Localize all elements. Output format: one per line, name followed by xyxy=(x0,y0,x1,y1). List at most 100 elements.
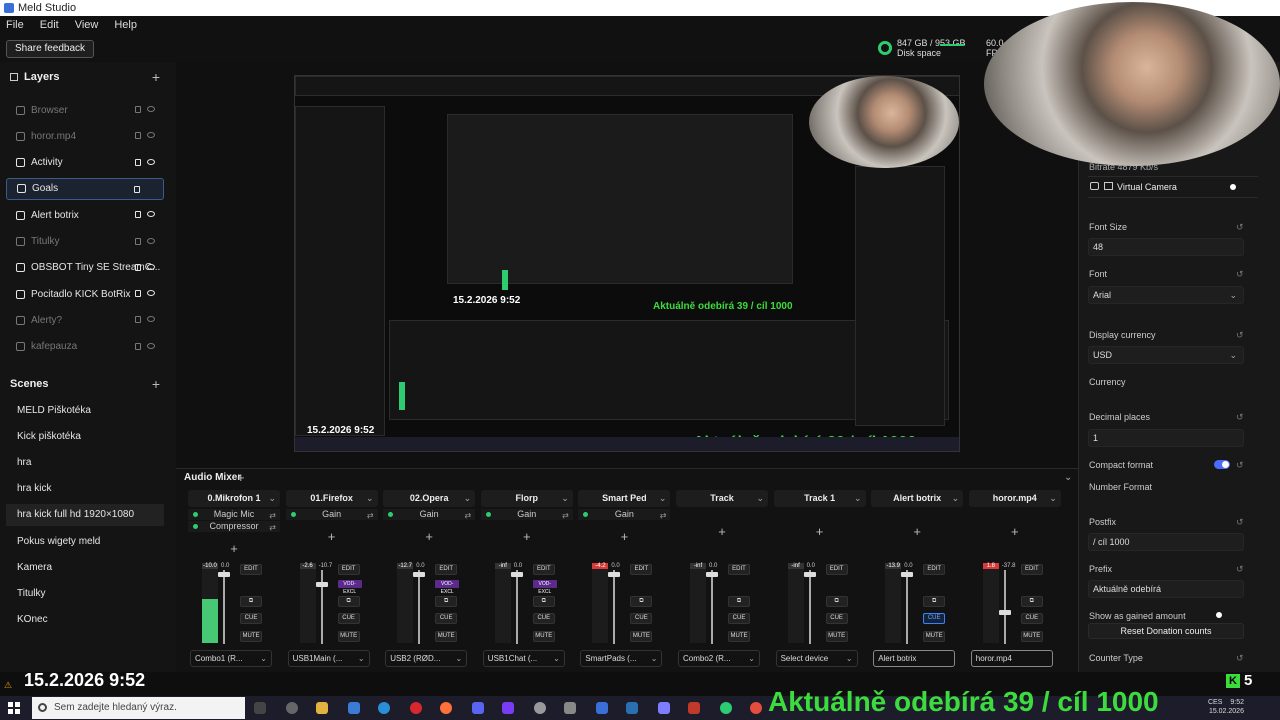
volume-fader-handle[interactable] xyxy=(608,572,621,577)
monitor-icon[interactable]: ⧉ xyxy=(923,596,946,607)
edit-button[interactable]: EDIT xyxy=(825,564,848,575)
layer-item[interactable]: Activity xyxy=(6,152,164,174)
edit-button[interactable]: EDIT xyxy=(923,564,946,575)
menu-edit[interactable]: Edit xyxy=(40,19,59,31)
lock-icon[interactable] xyxy=(135,290,141,298)
volume-fader-track[interactable] xyxy=(1003,570,1006,644)
add-effect-button[interactable]: + xyxy=(969,524,1061,539)
file-explorer-icon[interactable] xyxy=(316,702,328,714)
currency-reset-icon[interactable]: ↺ xyxy=(1236,330,1244,341)
decimal-reset-icon[interactable]: ↺ xyxy=(1236,412,1244,423)
add-layer-button[interactable]: + xyxy=(152,69,160,85)
mute-button[interactable]: MUTE xyxy=(337,631,360,642)
add-effect-button[interactable]: + xyxy=(481,529,573,544)
mute-button[interactable]: MUTE xyxy=(728,631,750,642)
font-size-input[interactable]: 48 xyxy=(1088,238,1244,256)
menu-file[interactable]: File xyxy=(6,19,24,31)
layer-item[interactable]: kafepauza xyxy=(6,336,164,358)
mute-button[interactable]: MUTE xyxy=(532,631,555,642)
chevron-down-icon[interactable]: ⌄ xyxy=(1049,490,1057,507)
channel-name[interactable]: Alert botrix ⌄ xyxy=(871,490,964,507)
settings-icon[interactable] xyxy=(534,702,546,714)
vod-excl-badge[interactable]: VOD-EXCL xyxy=(435,580,460,595)
add-effect-button[interactable]: + xyxy=(676,524,768,539)
cue-button[interactable]: CUE xyxy=(435,613,458,624)
volume-fader-track[interactable] xyxy=(613,570,616,644)
visibility-icon[interactable] xyxy=(147,263,155,270)
device-select[interactable]: Combo2 (R... ⌄ xyxy=(678,650,760,667)
monitor-icon[interactable]: ⧉ xyxy=(240,596,262,607)
currency-select[interactable]: USD ⌄ xyxy=(1088,346,1244,364)
scene-item[interactable]: Kick piškotéka xyxy=(6,425,164,447)
windows-start-icon[interactable] xyxy=(8,702,20,714)
visibility-icon[interactable] xyxy=(147,290,155,297)
visibility-icon[interactable] xyxy=(147,342,155,349)
monitor-icon[interactable]: ⧉ xyxy=(630,596,653,607)
volume-fader-handle[interactable] xyxy=(803,572,816,577)
chevron-down-icon[interactable]: ⌄ xyxy=(659,490,667,507)
scene-item[interactable]: KOnec xyxy=(6,609,164,631)
device-select[interactable]: Select device ⌄ xyxy=(775,650,858,667)
add-track-button[interactable]: + xyxy=(237,470,245,485)
cue-button[interactable]: CUE xyxy=(240,613,262,624)
postfix-reset-icon[interactable]: ↺ xyxy=(1236,517,1244,528)
app-icon-green[interactable] xyxy=(720,702,732,714)
visibility-icon[interactable] xyxy=(147,316,155,323)
effect-item[interactable]: Compressor ⇄ xyxy=(188,521,280,532)
monitor-icon[interactable]: ⧉ xyxy=(435,596,458,607)
add-effect-button[interactable]: + xyxy=(383,529,475,544)
monitor-icon[interactable]: ⧉ xyxy=(825,596,848,607)
layer-item[interactable]: OBSBOT Tiny SE StreamC... xyxy=(6,257,164,279)
monitor-icon[interactable]: ⧉ xyxy=(728,596,750,607)
edge-icon[interactable] xyxy=(378,702,390,714)
cue-button[interactable]: CUE xyxy=(923,613,946,624)
mute-button[interactable]: MUTE xyxy=(923,631,946,642)
discord-icon[interactable] xyxy=(472,702,484,714)
tray-language[interactable]: CES xyxy=(1208,699,1222,706)
layer-item[interactable]: Browser xyxy=(6,99,164,121)
edit-button[interactable]: EDIT xyxy=(240,564,262,575)
edit-button[interactable]: EDIT xyxy=(728,564,750,575)
visibility-icon[interactable] xyxy=(147,237,155,244)
channel-name[interactable]: Florp ⌄ xyxy=(480,490,573,507)
device-select[interactable]: Combo1 (R... ⌄ xyxy=(190,650,272,667)
save-icon[interactable] xyxy=(658,702,670,714)
volume-fader-track[interactable] xyxy=(223,570,225,644)
vod-excl-badge[interactable]: VOD-EXCL xyxy=(532,580,557,595)
lock-icon[interactable] xyxy=(135,132,141,140)
effect-settings-icon[interactable]: ⇄ xyxy=(269,510,276,521)
visibility-icon[interactable] xyxy=(147,132,155,139)
mute-button[interactable]: MUTE xyxy=(240,631,262,642)
decimal-places-input[interactable]: 1 xyxy=(1088,429,1244,447)
monitor-icon[interactable]: ⧉ xyxy=(532,596,555,607)
edit-button[interactable]: EDIT xyxy=(435,564,458,575)
mute-button[interactable]: MUTE xyxy=(630,631,653,642)
layer-item[interactable]: Alerty? xyxy=(6,309,164,331)
share-feedback-button[interactable]: Share feedback xyxy=(6,40,95,58)
firefox-icon[interactable] xyxy=(440,702,452,714)
scene-item[interactable]: Pokus wigety meld xyxy=(6,530,164,552)
add-effect-button[interactable]: + xyxy=(286,529,378,544)
volume-fader-handle[interactable] xyxy=(218,572,230,577)
app-icon-red-2[interactable] xyxy=(750,702,762,714)
edit-button[interactable]: EDIT xyxy=(630,564,653,575)
font-size-reset-icon[interactable]: ↺ xyxy=(1236,222,1244,233)
system-tray[interactable]: CES 9:52 15.02.2026 xyxy=(1208,698,1244,716)
virtual-camera-toggle[interactable] xyxy=(1230,184,1236,190)
meld-icon[interactable] xyxy=(596,702,608,714)
effect-item[interactable]: Gain ⇄ xyxy=(578,509,671,520)
cue-button[interactable]: CUE xyxy=(630,613,653,624)
edit-button[interactable]: EDIT xyxy=(337,564,360,575)
visibility-icon[interactable] xyxy=(147,106,155,112)
scene-item[interactable]: hra kick full hd 1920×1080 xyxy=(6,503,164,526)
channel-name[interactable]: Smart Ped ⌄ xyxy=(578,490,671,507)
obs-icon[interactable] xyxy=(286,702,298,714)
chevron-down-icon[interactable]: ⌄ xyxy=(854,490,862,507)
chevron-down-icon[interactable]: ⌄ xyxy=(464,490,472,507)
monitor-icon[interactable]: ⧉ xyxy=(337,596,360,607)
lock-icon[interactable] xyxy=(135,342,141,350)
prefix-reset-icon[interactable]: ↺ xyxy=(1236,564,1244,575)
cue-button[interactable]: CUE xyxy=(825,613,848,624)
effect-settings-icon[interactable]: ⇄ xyxy=(562,510,569,521)
lock-icon[interactable] xyxy=(135,158,141,166)
